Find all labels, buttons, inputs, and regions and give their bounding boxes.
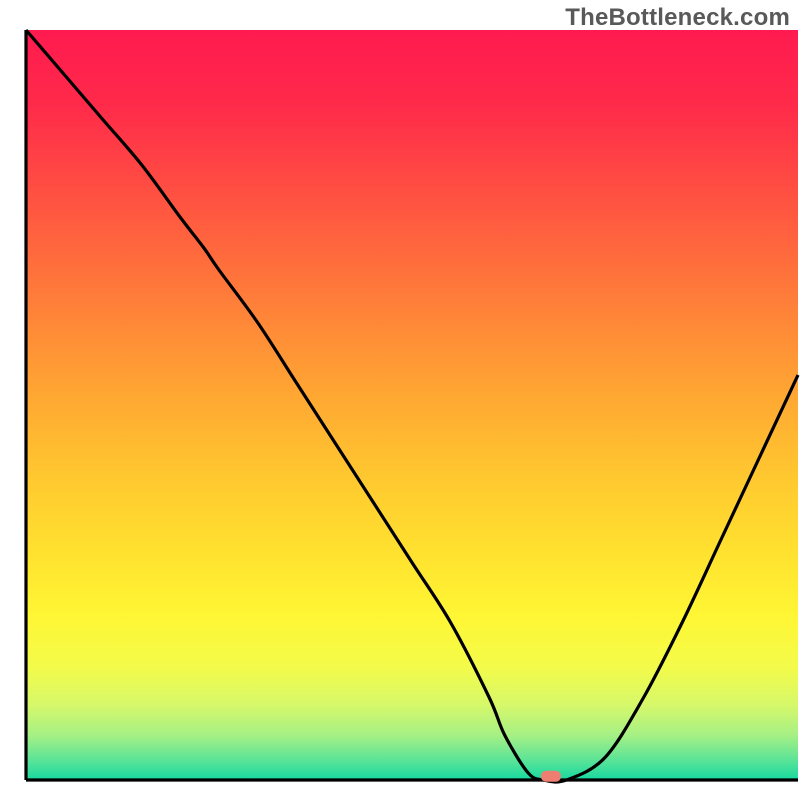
optimal-point-marker xyxy=(541,771,561,782)
watermark-text: TheBottleneck.com xyxy=(565,4,790,32)
plot-background xyxy=(26,30,798,780)
chart-svg xyxy=(0,0,800,800)
bottleneck-chart: TheBottleneck.com xyxy=(0,0,800,800)
